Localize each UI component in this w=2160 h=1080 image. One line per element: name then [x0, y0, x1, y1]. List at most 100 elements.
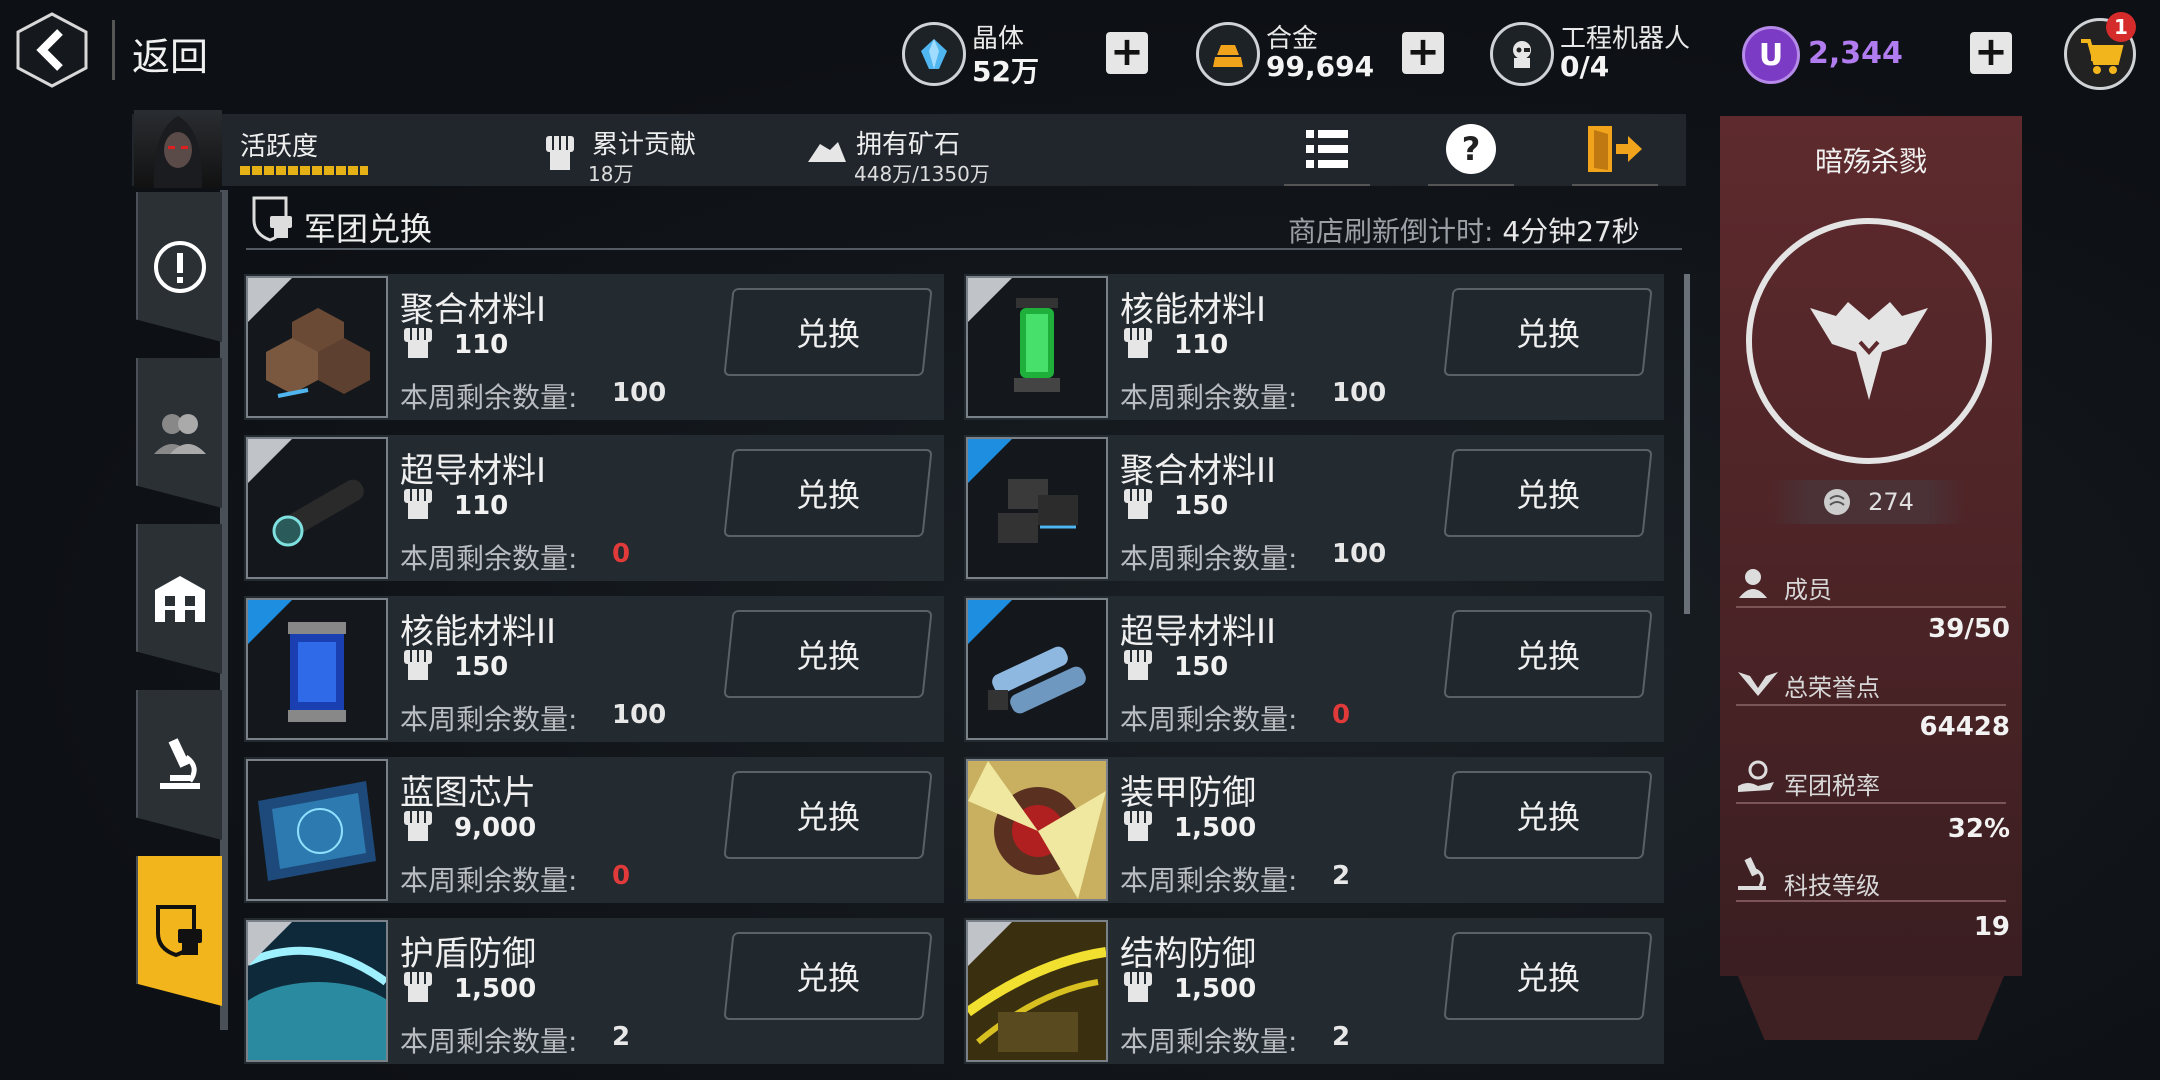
- stat-divider: [1736, 900, 2006, 902]
- wings-icon: [1736, 666, 1778, 700]
- exchange-item-card[interactable]: 超导材料II 150 本周剩余数量: 0 兑换: [964, 596, 1664, 742]
- exchange-button[interactable]: 兑换: [723, 610, 933, 698]
- item-thumbnail[interactable]: [246, 276, 388, 418]
- item-cost: 1,500: [1174, 813, 1257, 843]
- exchange-button[interactable]: 兑换: [723, 932, 933, 1020]
- item-thumbnail[interactable]: [246, 598, 388, 740]
- add-premium-button[interactable]: +: [1970, 32, 2012, 74]
- item-cost: 150: [1174, 491, 1229, 521]
- item-name: 聚合材料II: [1120, 451, 1277, 491]
- exchange-item-card[interactable]: 聚合材料I 110 本周剩余数量: 100 兑换: [244, 274, 944, 420]
- svg-text:?: ?: [1462, 130, 1481, 168]
- exchange-item-card[interactable]: 装甲防御 1,500 本周剩余数量: 2 兑换: [964, 757, 1664, 903]
- question-icon: ?: [1446, 124, 1496, 174]
- exchange-button[interactable]: 兑换: [1443, 449, 1653, 537]
- tier-corner: [248, 278, 292, 322]
- exchange-button-label: 兑换: [1515, 476, 1580, 514]
- exchange-item-card[interactable]: 超导材料I 110 本周剩余数量: 0 兑换: [244, 435, 944, 581]
- fist-icon: [1122, 809, 1154, 843]
- item-name: 聚合材料I: [400, 290, 547, 330]
- tab-research[interactable]: [136, 690, 222, 840]
- top-separator: [112, 20, 115, 80]
- alloy-icon: [1196, 22, 1260, 86]
- exchange-button-label: 兑换: [795, 798, 860, 836]
- ore-value: 448万/1350万: [854, 162, 990, 186]
- microscope-icon: [1736, 856, 1770, 890]
- back-label: 返回: [132, 35, 209, 79]
- item-thumbnail[interactable]: [246, 920, 388, 1062]
- back-button[interactable]: [14, 12, 90, 88]
- exchange-button[interactable]: 兑换: [723, 288, 933, 376]
- section-divider: [246, 248, 1682, 250]
- exchange-item-card[interactable]: 核能材料I 110 本周剩余数量: 100 兑换: [964, 274, 1664, 420]
- exchange-button[interactable]: 兑换: [1443, 932, 1653, 1020]
- tab-notice[interactable]: [136, 192, 222, 342]
- exchange-item-card[interactable]: 聚合材料II 150 本周剩余数量: 100 兑换: [964, 435, 1664, 581]
- remaining-label: 本周剩余数量:: [400, 1025, 578, 1058]
- add-crystal-button[interactable]: +: [1106, 32, 1148, 74]
- exchange-button-label: 兑换: [795, 476, 860, 514]
- item-thumbnail[interactable]: [246, 437, 388, 579]
- item-thumbnail[interactable]: [966, 759, 1108, 901]
- tier-corner: [248, 922, 292, 966]
- tax-icon: [1736, 760, 1774, 794]
- exit-guild-button[interactable]: [1572, 114, 1658, 186]
- add-alloy-button[interactable]: +: [1402, 32, 1444, 74]
- item-cost: 150: [454, 652, 509, 682]
- remaining-label: 本周剩余数量:: [400, 381, 578, 414]
- list-scrollbar[interactable]: [1684, 274, 1690, 614]
- guild-emblem: [1746, 218, 1992, 464]
- remaining-label: 本周剩余数量:: [400, 542, 578, 575]
- tab-members[interactable]: [136, 358, 222, 508]
- alloy-value: 99,694: [1266, 50, 1375, 83]
- list-button[interactable]: [1284, 114, 1370, 186]
- exchange-button-label: 兑换: [1515, 798, 1580, 836]
- premium-currency-value: 2,344: [1808, 36, 1903, 71]
- alert-icon: [154, 241, 206, 293]
- item-cost: 1,500: [454, 974, 537, 1004]
- tier-corner: [248, 600, 292, 644]
- help-button[interactable]: ?: [1428, 114, 1514, 186]
- refresh-countdown: 商店刷新倒计时: 4分钟27秒: [1288, 210, 1640, 250]
- item-thumbnail[interactable]: [246, 759, 388, 901]
- item-thumbnail[interactable]: [966, 276, 1108, 418]
- remaining-value: 100: [1332, 539, 1387, 569]
- exchange-item-card[interactable]: 核能材料II 150 本周剩余数量: 100 兑换: [244, 596, 944, 742]
- exchange-button[interactable]: 兑换: [1443, 610, 1653, 698]
- guild-level: 274: [1868, 488, 1914, 516]
- exchange-shield-icon: [156, 905, 202, 958]
- exchange-button[interactable]: 兑换: [1443, 771, 1653, 859]
- item-cost: 110: [1174, 330, 1229, 360]
- item-thumbnail[interactable]: [966, 437, 1108, 579]
- tab-base[interactable]: [136, 524, 222, 674]
- tab-guild-exchange[interactable]: [136, 856, 222, 1006]
- fist-icon: [402, 809, 434, 843]
- crystal-value: 52万: [972, 55, 1039, 88]
- item-thumbnail[interactable]: [966, 598, 1108, 740]
- list-icon: [1306, 130, 1348, 168]
- exchange-item-card[interactable]: 护盾防御 1,500 本周剩余数量: 2 兑换: [244, 918, 944, 1064]
- stat-honor-label: 总荣誉点: [1784, 674, 1880, 702]
- remaining-label: 本周剩余数量:: [400, 703, 578, 736]
- exchange-button-label: 兑换: [795, 315, 860, 353]
- item-image-icon: [258, 781, 376, 881]
- exchange-button[interactable]: 兑换: [1443, 288, 1653, 376]
- fist-icon: [402, 487, 434, 521]
- item-name: 蓝图芯片: [400, 773, 536, 813]
- exchange-button[interactable]: 兑换: [723, 771, 933, 859]
- avatar[interactable]: [134, 110, 222, 188]
- stat-divider: [1736, 704, 2006, 706]
- tier-corner: [968, 439, 1012, 483]
- item-thumbnail[interactable]: [966, 920, 1108, 1062]
- fist-icon: [402, 326, 434, 360]
- remaining-value: 2: [1332, 1022, 1351, 1052]
- activity-bar: [240, 166, 368, 175]
- exchange-button[interactable]: 兑换: [723, 449, 933, 537]
- section-title: 军团兑换: [304, 210, 433, 248]
- exchange-item-card[interactable]: 结构防御 1,500 本周剩余数量: 2 兑换: [964, 918, 1664, 1064]
- stat-divider: [1736, 802, 2006, 804]
- stat-tech-value: 19: [1973, 912, 2010, 942]
- exit-door-icon: [1588, 126, 1642, 172]
- exchange-item-card[interactable]: 蓝图芯片 9,000 本周剩余数量: 0 兑换: [244, 757, 944, 903]
- fist-icon: [542, 130, 578, 174]
